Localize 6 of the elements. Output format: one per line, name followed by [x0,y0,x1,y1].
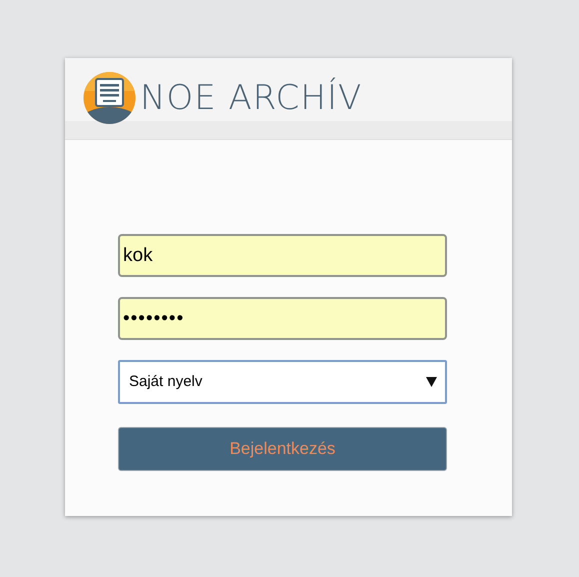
brand-name: NOE ARCHÍV [140,76,362,120]
dropdown-arrow-icon [426,377,437,387]
username-field[interactable]: kok [118,234,447,277]
language-value: Saját nyelv [129,372,202,392]
language-select[interactable]: Saját nyelv [118,360,447,404]
password-field[interactable]: •••••••• [118,297,447,340]
